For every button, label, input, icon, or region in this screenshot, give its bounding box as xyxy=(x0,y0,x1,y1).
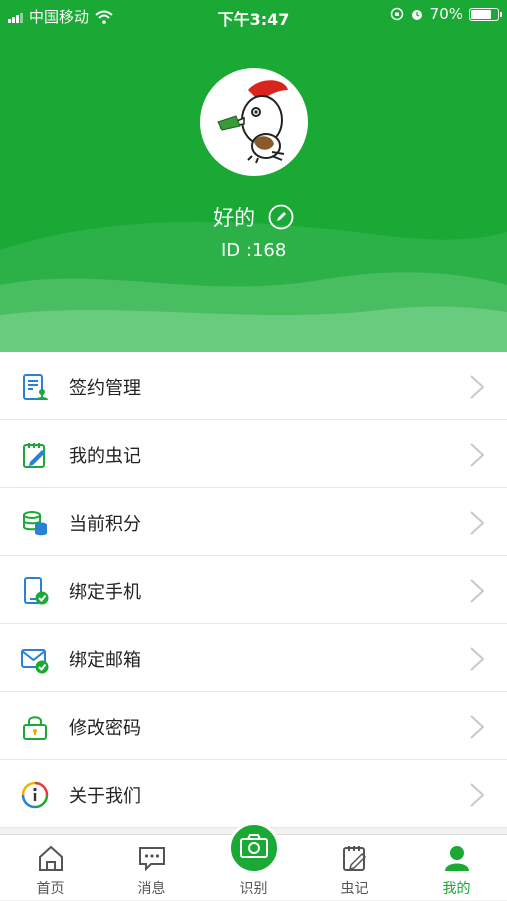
tab-label: 首页 xyxy=(36,881,65,897)
tab-notes[interactable]: 虫记 xyxy=(304,835,405,901)
chevron-right-icon xyxy=(470,783,485,807)
chevron-right-icon xyxy=(470,715,485,739)
username: 好的 xyxy=(213,206,256,230)
menu-item-label: 我的虫记 xyxy=(69,446,141,467)
menu-item-label: 绑定邮箱 xyxy=(69,650,141,671)
menu-item-label: 签约管理 xyxy=(69,378,141,399)
username-row: 好的 xyxy=(0,202,507,232)
chevron-right-icon xyxy=(470,443,485,467)
menu-item-change-password[interactable]: 修改密码 xyxy=(0,692,507,760)
tab-home[interactable]: 首页 xyxy=(0,835,101,901)
chevron-right-icon xyxy=(470,375,485,399)
menu-item-contract[interactable]: 签约管理 xyxy=(0,352,507,420)
message-icon xyxy=(139,847,165,872)
chevron-right-icon xyxy=(470,647,485,671)
alarm-icon xyxy=(411,10,422,20)
woodpecker-avatar-image xyxy=(217,80,288,164)
info-icon xyxy=(21,781,49,809)
notebook-icon xyxy=(23,443,45,468)
tab-mine[interactable]: 我的 xyxy=(406,835,507,901)
profile-header: 中国移动 下午3:47 70% 好的 ID:168 xyxy=(0,0,507,352)
tab-label: 虫记 xyxy=(340,881,369,897)
header-wave-decoration xyxy=(0,221,507,352)
status-bar: 中国移动 下午3:47 70% xyxy=(0,0,507,30)
menu-item-my-notes[interactable]: 我的虫记 xyxy=(0,420,507,488)
menu-item-bind-email[interactable]: 绑定邮箱 xyxy=(0,624,507,692)
menu-item-label: 当前积分 xyxy=(69,514,141,535)
camera-button[interactable] xyxy=(228,822,280,874)
coins-icon xyxy=(23,511,47,536)
tab-label: 识别 xyxy=(239,881,268,897)
menu-item-bind-phone[interactable]: 绑定手机 xyxy=(0,556,507,624)
menu-item-label: 关于我们 xyxy=(69,786,141,807)
battery-percent: 70% xyxy=(429,5,463,23)
lock-icon xyxy=(23,716,47,740)
tab-label: 消息 xyxy=(137,881,166,897)
note-edit-icon xyxy=(343,846,367,871)
tab-label: 我的 xyxy=(442,881,471,897)
chevron-right-icon xyxy=(470,579,485,603)
menu-item-label: 绑定手机 xyxy=(69,582,141,603)
edit-icon[interactable] xyxy=(268,204,294,230)
chevron-right-icon xyxy=(470,511,485,535)
user-id: ID :168 xyxy=(221,240,287,261)
camera-icon xyxy=(240,834,268,858)
home-icon xyxy=(39,845,63,871)
menu-item-label: 修改密码 xyxy=(69,718,141,739)
phone-check-icon xyxy=(24,577,49,605)
contract-icon xyxy=(23,374,48,400)
rotation-lock-icon xyxy=(390,7,403,21)
settings-menu: 签约管理 我的虫记 当前积分 绑定手机 绑定邮箱 修改密码 关于我们 xyxy=(0,352,507,828)
menu-item-points[interactable]: 当前积分 xyxy=(0,488,507,556)
battery-icon xyxy=(469,7,502,21)
person-icon xyxy=(445,846,469,871)
mail-check-icon xyxy=(21,649,49,674)
tab-messages[interactable]: 消息 xyxy=(101,835,202,901)
avatar[interactable] xyxy=(200,68,308,176)
menu-item-about-us[interactable]: 关于我们 xyxy=(0,760,507,828)
